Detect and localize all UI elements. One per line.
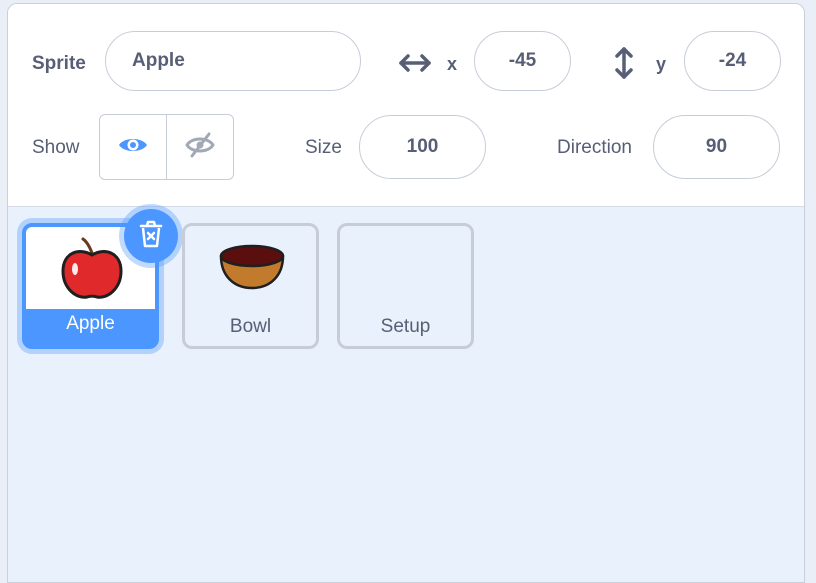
direction-label: Direction [557, 137, 632, 158]
y-label: y [656, 54, 667, 74]
y-input[interactable]: -24 [684, 31, 781, 91]
hide-sprite-button[interactable] [166, 115, 233, 179]
visibility-toggle-group [99, 114, 234, 180]
sprite-tile-label: Setup [380, 316, 431, 337]
sprite-tile-label: Apple [66, 313, 115, 334]
sprite-tile-bowl[interactable]: Bowl [182, 223, 319, 349]
vertical-arrows-icon [613, 46, 635, 85]
apple-icon [59, 237, 125, 306]
bowl-icon [218, 242, 286, 295]
size-input[interactable]: 100 [359, 115, 486, 179]
direction-input[interactable]: 90 [653, 115, 780, 179]
horizontal-arrows-icon [398, 52, 432, 79]
show-sprite-button[interactable] [100, 115, 166, 179]
trash-icon [139, 220, 163, 253]
x-input[interactable]: -45 [474, 31, 571, 91]
size-label: Size [305, 137, 342, 158]
sprite-label: Sprite [32, 53, 86, 74]
sprite-tile-setup[interactable]: Setup [337, 223, 474, 349]
sprite-pane: Sprite Apple x -45 y -24 Show Size 100 D… [7, 3, 805, 583]
show-label: Show [32, 137, 80, 158]
delete-sprite-button[interactable] [124, 209, 178, 263]
eye-slash-icon [184, 131, 216, 164]
x-label: x [447, 54, 458, 74]
sprite-info-panel: Sprite Apple x -45 y -24 Show Size 100 D… [8, 4, 804, 207]
eye-icon [117, 134, 149, 161]
sprite-tile-label: Bowl [229, 316, 272, 337]
sprite-name-input[interactable]: Apple [105, 31, 361, 91]
